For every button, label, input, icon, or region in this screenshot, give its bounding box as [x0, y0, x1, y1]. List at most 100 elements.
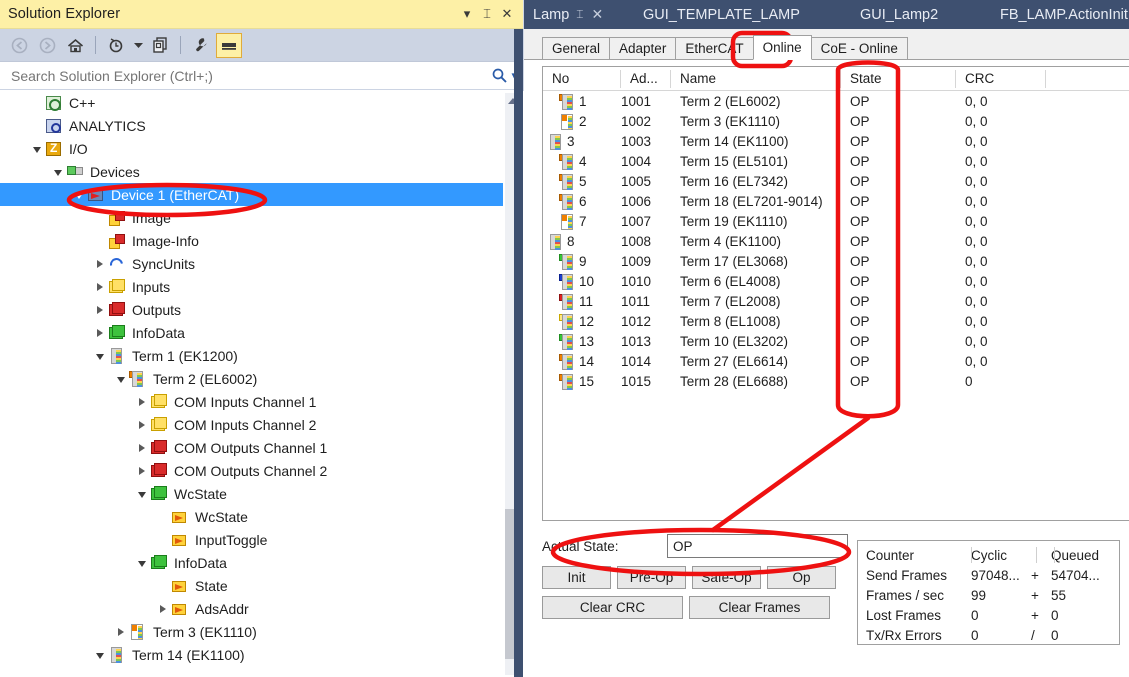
state-button-safe-op[interactable]: Safe-Op — [692, 566, 761, 589]
tree-item-syncunits[interactable]: SyncUnits — [0, 252, 524, 275]
property-tab-general[interactable]: General — [542, 37, 610, 59]
pin-icon[interactable]: ⌶ — [576, 7, 583, 22]
chevron-right-icon[interactable] — [134, 390, 150, 413]
action-button-clear-crc[interactable]: Clear CRC — [542, 596, 683, 619]
tree-item-term-3-ek1110[interactable]: Term 3 (EK1110) — [0, 620, 524, 643]
property-tab-online[interactable]: Online — [753, 35, 812, 60]
grid-row[interactable]: 11001Term 2 (EL6002)OP0, 0 — [543, 91, 1129, 111]
chevron-down-icon[interactable] — [131, 33, 145, 58]
grid-row[interactable]: 31003Term 14 (EK1100)OP0, 0 — [543, 131, 1129, 151]
chevron-down-icon[interactable] — [50, 160, 66, 183]
search-icon[interactable] — [491, 67, 508, 84]
grid-row[interactable]: 71007Term 19 (EK1110)OP0, 0 — [543, 211, 1129, 231]
grid-row[interactable]: 151015Term 28 (EL6688)OP0 — [543, 371, 1129, 391]
home-icon[interactable] — [62, 33, 88, 58]
document-tab-gui-template-lamp[interactable]: GUI_TEMPLATE_LAMP — [634, 0, 809, 29]
grid-row[interactable]: 21002Term 3 (EK1110)OP0, 0 — [543, 111, 1129, 131]
grid-row[interactable]: 101010Term 6 (EL4008)OP0, 0 — [543, 271, 1129, 291]
document-tab-gui-lamp2[interactable]: GUI_Lamp2 — [851, 0, 947, 29]
tree-item-com-outputs-channel-2[interactable]: COM Outputs Channel 2 — [0, 459, 524, 482]
grid-row[interactable]: 131013Term 10 (EL3202)OP0, 0 — [543, 331, 1129, 351]
back-icon[interactable] — [6, 33, 32, 58]
chevron-right-icon[interactable] — [92, 298, 108, 321]
tree-item-com-outputs-channel-1[interactable]: COM Outputs Channel 1 — [0, 436, 524, 459]
tree-item-devices[interactable]: Devices — [0, 160, 524, 183]
pending-changes-icon[interactable] — [103, 33, 129, 58]
grid-row[interactable]: 51005Term 16 (EL7342)OP0, 0 — [543, 171, 1129, 191]
tree-item-term-14-ek1100[interactable]: Term 14 (EK1100) — [0, 643, 524, 666]
chevron-right-icon[interactable] — [113, 620, 129, 643]
grid-row[interactable]: 61006Term 18 (EL7201-9014)OP0, 0 — [543, 191, 1129, 211]
grid-row[interactable]: 91009Term 17 (EL3068)OP0, 0 — [543, 251, 1129, 271]
chevron-down-icon[interactable] — [29, 137, 45, 160]
show-all-files-icon[interactable] — [216, 33, 242, 58]
grid-row[interactable]: 111011Term 7 (EL2008)OP0, 0 — [543, 291, 1129, 311]
state-button-init[interactable]: Init — [542, 566, 611, 589]
tree-item-wcstate[interactable]: WcState — [0, 482, 524, 505]
grid-column-header[interactable]: Ad... — [621, 70, 671, 88]
tree-item-analytics[interactable]: ANALYTICS — [0, 114, 524, 137]
forward-icon[interactable] — [34, 33, 60, 58]
grid-column-header[interactable]: No — [543, 70, 621, 88]
tree-item-term-2-el6002[interactable]: Term 2 (EL6002) — [0, 367, 524, 390]
action-button-clear-frames[interactable]: Clear Frames — [689, 596, 830, 619]
grid-body[interactable]: 11001Term 2 (EL6002)OP0, 021002Term 3 (E… — [543, 91, 1129, 391]
tree-item-image-info[interactable]: Image-Info — [0, 229, 524, 252]
tree-item-term-1-ek1200[interactable]: Term 1 (EK1200) — [0, 344, 524, 367]
tree-item-com-inputs-channel-2[interactable]: COM Inputs Channel 2 — [0, 413, 524, 436]
tree-item-com-inputs-channel-1[interactable]: COM Inputs Channel 1 — [0, 390, 524, 413]
state-button-row[interactable]: Init Pre-Op Safe-Op Op — [542, 566, 848, 589]
grid-row[interactable]: 141014Term 27 (EL6614)OP0, 0 — [543, 351, 1129, 371]
property-tab-adapter[interactable]: Adapter — [609, 37, 676, 59]
chevron-down-icon[interactable] — [134, 482, 150, 505]
grid-column-header[interactable]: State — [841, 70, 956, 88]
chevron-right-icon[interactable] — [134, 459, 150, 482]
chevron-right-icon[interactable] — [134, 413, 150, 436]
search-bar[interactable]: ▾ — [0, 62, 523, 90]
grid-row[interactable]: 81008Term 4 (EK1100)OP0, 0 — [543, 231, 1129, 251]
solution-tree[interactable]: C++ANALYTICSI/ODevicesDevice 1 (EtherCAT… — [0, 91, 524, 677]
property-tab-strip[interactable]: GeneralAdapterEtherCATOnlineCoE - Online — [524, 29, 1129, 60]
chevron-down-icon[interactable] — [134, 551, 150, 574]
close-icon[interactable]: ✕ — [591, 6, 603, 23]
properties-wrench-icon[interactable] — [188, 33, 214, 58]
tree-item-adsaddr[interactable]: AdsAddr — [0, 597, 524, 620]
tree-item-state[interactable]: State — [0, 574, 524, 597]
tree-item-inputs[interactable]: Inputs — [0, 275, 524, 298]
tree-item-c[interactable]: C++ — [0, 91, 524, 114]
tree-item-image[interactable]: Image — [0, 206, 524, 229]
ethercat-device-grid[interactable]: NoAd...NameStateCRC 11001Term 2 (EL6002)… — [542, 66, 1129, 521]
chevron-down-icon[interactable]: ▾ — [457, 4, 477, 24]
tree-item-i-o[interactable]: I/O — [0, 137, 524, 160]
tree-item-inputtoggle[interactable]: InputToggle — [0, 528, 524, 551]
search-input[interactable] — [9, 67, 491, 85]
tree-item-infodata[interactable]: InfoData — [0, 321, 524, 344]
chevron-right-icon[interactable] — [92, 321, 108, 344]
pin-icon[interactable]: ⌶ — [477, 4, 497, 24]
tree-item-wcstate[interactable]: WcState — [0, 505, 524, 528]
tree-item-outputs[interactable]: Outputs — [0, 298, 524, 321]
document-tab-lamp[interactable]: Lamp⌶✕ — [524, 0, 612, 29]
state-button-op[interactable]: Op — [767, 566, 836, 589]
document-tab-strip[interactable]: Lamp⌶✕GUI_TEMPLATE_LAMPGUI_Lamp2FB_LAMP.… — [524, 0, 1129, 29]
state-button-pre-op[interactable]: Pre-Op — [617, 566, 686, 589]
grid-column-header[interactable]: Name — [671, 70, 841, 88]
tree-item-infodata[interactable]: InfoData — [0, 551, 524, 574]
sync-with-active-document-icon[interactable] — [147, 33, 173, 58]
grid-column-header[interactable]: CRC — [956, 70, 1046, 88]
property-tab-ethercat[interactable]: EtherCAT — [675, 37, 753, 59]
grid-row[interactable]: 41004Term 15 (EL5101)OP0, 0 — [543, 151, 1129, 171]
close-icon[interactable]: ✕ — [497, 4, 517, 24]
chevron-right-icon[interactable] — [92, 275, 108, 298]
tree-item-device-1-ethercat[interactable]: Device 1 (EtherCAT) — [0, 183, 503, 206]
chevron-down-icon[interactable] — [92, 344, 108, 367]
chevron-down-icon[interactable] — [92, 643, 108, 666]
chevron-right-icon[interactable] — [134, 436, 150, 459]
chevron-down-icon[interactable] — [113, 367, 129, 390]
chevron-right-icon[interactable] — [92, 252, 108, 275]
property-tab-coe-online[interactable]: CoE - Online — [811, 37, 908, 59]
grid-row[interactable]: 121012Term 8 (EL1008)OP0, 0 — [543, 311, 1129, 331]
chevron-down-icon[interactable] — [71, 183, 87, 206]
document-tab-fb-lamp-actioninitexe[interactable]: FB_LAMP.ActionInitExe — [991, 0, 1129, 29]
chevron-right-icon[interactable] — [155, 597, 171, 620]
